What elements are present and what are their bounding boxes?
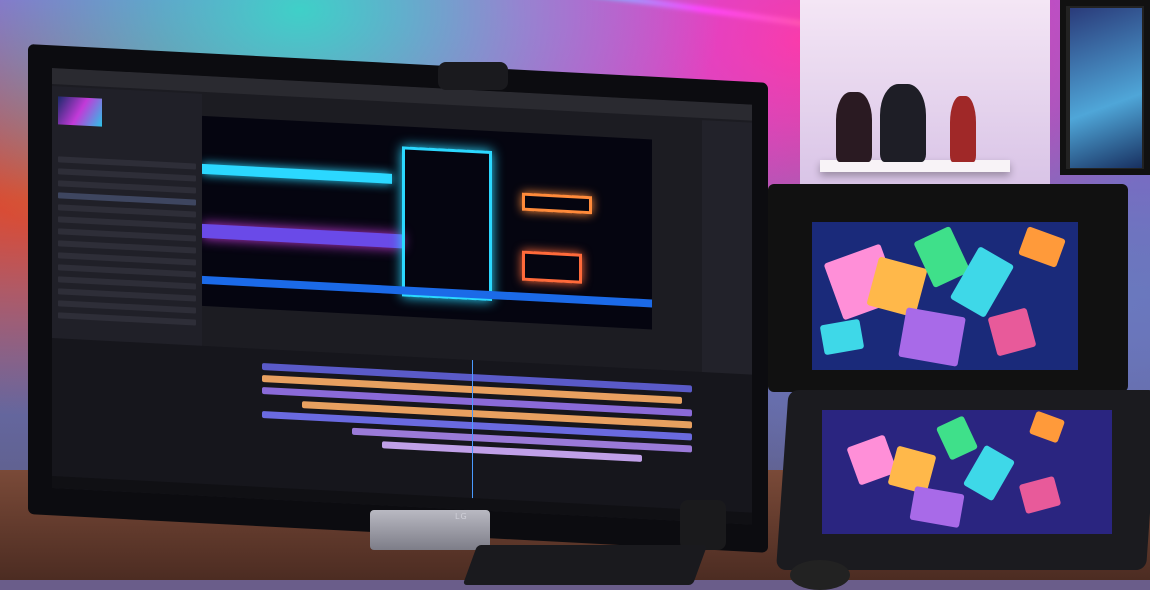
geometric-shape <box>909 485 965 529</box>
spiderman-figure <box>950 96 976 162</box>
geometric-shape <box>898 307 966 367</box>
list-item[interactable] <box>58 168 196 182</box>
neon-frame <box>402 146 492 302</box>
geometric-shape <box>962 444 1016 502</box>
neon-bar <box>202 223 402 249</box>
list-item[interactable] <box>58 192 196 206</box>
mouse <box>790 560 850 590</box>
list-item[interactable] <box>58 276 196 290</box>
project-panel <box>52 86 202 354</box>
list-item[interactable] <box>58 252 196 266</box>
geometric-shape <box>1018 475 1062 515</box>
playhead[interactable] <box>472 360 473 501</box>
geometric-shape <box>887 445 937 495</box>
monitor-stand <box>370 510 490 550</box>
list-item[interactable] <box>58 240 196 254</box>
neon-frame <box>522 250 582 284</box>
keyboard <box>462 545 708 585</box>
main-monitor-screen <box>52 68 752 525</box>
geometric-shape <box>935 415 979 461</box>
geometric-shape <box>987 307 1037 357</box>
geometric-shape <box>1018 226 1066 268</box>
action-figure <box>880 84 926 162</box>
monitor-brand-logo: LG <box>455 512 468 521</box>
geometric-shape <box>1028 410 1066 444</box>
neon-bar <box>202 163 392 184</box>
action-figure <box>836 92 872 162</box>
list-item[interactable] <box>58 288 196 302</box>
list-item[interactable] <box>58 156 196 170</box>
list-item[interactable] <box>58 204 196 218</box>
list-item[interactable] <box>58 264 196 278</box>
list-item[interactable] <box>58 300 196 314</box>
effects-controls-panel <box>702 120 752 403</box>
list-item[interactable] <box>58 312 196 326</box>
video-preview-viewer[interactable] <box>202 115 652 330</box>
geometric-shape <box>819 318 865 356</box>
secondary-monitor-screen <box>812 222 1078 370</box>
list-item[interactable] <box>58 180 196 194</box>
project-thumbnail <box>58 96 102 127</box>
list-item[interactable] <box>58 216 196 230</box>
webcam <box>438 62 508 90</box>
desk-speaker <box>680 500 726 550</box>
tablet-screen <box>822 410 1112 534</box>
neon-frame <box>522 192 592 215</box>
list-item[interactable] <box>58 228 196 242</box>
wall-poster-image <box>1070 8 1142 168</box>
